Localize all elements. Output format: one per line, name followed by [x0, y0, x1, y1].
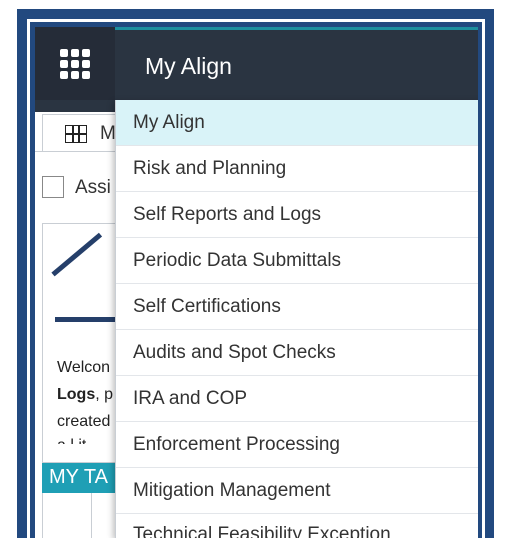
menu-item-self-reports-and-logs[interactable]: Self Reports and Logs	[116, 192, 478, 238]
app-window: My Align M Assi Welcon Logs, p created a…	[35, 27, 478, 538]
assigned-checkbox[interactable]	[42, 176, 64, 198]
my-tasks-divider	[91, 493, 92, 538]
menu-item-periodic-data-submittals[interactable]: Periodic Data Submittals	[116, 238, 478, 284]
menu-item-enforcement-processing[interactable]: Enforcement Processing	[116, 422, 478, 468]
welcome-line-2: Logs, p	[57, 381, 113, 408]
menu-item-risk-and-planning[interactable]: Risk and Planning	[116, 146, 478, 192]
table-grid-icon	[65, 125, 87, 143]
menu-item-technical-feasibility-exception[interactable]: Technical Feasibility Exception	[116, 514, 478, 538]
module-dropdown-menu: My Align Risk and Planning Self Reports …	[115, 100, 478, 538]
assigned-label: Assi	[75, 177, 111, 198]
app-title[interactable]: My Align	[145, 53, 232, 80]
menu-item-mitigation-management[interactable]: Mitigation Management	[116, 468, 478, 514]
menu-item-self-certifications[interactable]: Self Certifications	[116, 284, 478, 330]
menu-item-audits-and-spot-checks[interactable]: Audits and Spot Checks	[116, 330, 478, 376]
welcome-line-4: a l it	[57, 432, 86, 444]
menu-item-my-align[interactable]: My Align	[116, 100, 478, 146]
menu-item-ira-and-cop[interactable]: IRA and COP	[116, 376, 478, 422]
app-launcher-button[interactable]	[35, 27, 115, 100]
grid-waffle-icon	[60, 48, 90, 79]
welcome-line-2-rest: , p	[95, 386, 114, 403]
welcome-line-1: Welcon	[57, 359, 111, 376]
my-tasks-label: MY TA	[49, 466, 108, 488]
welcome-line-3: created	[57, 413, 111, 430]
welcome-text: Welcon Logs, p created	[57, 354, 113, 435]
tab-label: M	[100, 123, 116, 144]
header-accent-line	[115, 27, 478, 30]
logs-bold-text: Logs	[57, 386, 96, 403]
